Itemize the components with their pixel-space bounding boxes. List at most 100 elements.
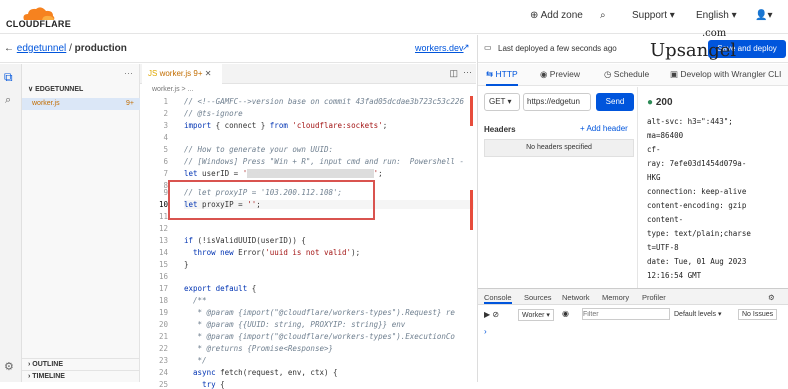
clear-console-icon[interactable]: ▶ ⊘ (484, 310, 499, 319)
response-header-line: ma=86400 (647, 131, 684, 140)
external-link-icon[interactable]: ↗ (462, 42, 470, 53)
console-tab-memory[interactable]: Memory (602, 293, 629, 302)
context-select[interactable]: Worker ▾ (518, 309, 554, 321)
code-line: // How to generate your own UUID: (184, 145, 334, 154)
breadcrumb: ← edgetunnel / production (4, 43, 127, 54)
breadcrumb-env: production (74, 43, 127, 54)
explorer-section[interactable]: ∨ EDGETUNNEL (22, 84, 140, 96)
user-icon[interactable]: 👤▾ (755, 10, 772, 21)
line-number: 7 (163, 169, 168, 178)
request-panel: GET ▾ https://edgetun Send Headers + Add… (478, 87, 638, 322)
deploy-bar: ▭ Last deployed a few seconds ago Save a… (478, 35, 788, 63)
tab-http[interactable]: ⇆ HTTP (486, 69, 518, 86)
timeline-section[interactable]: › TIMELINE (22, 370, 140, 382)
activity-bar: ⧉ ⌕ ⚙ (0, 64, 22, 382)
logo-text: CLOUDFLARE (6, 19, 71, 29)
url-input[interactable]: https://edgetun (523, 93, 591, 111)
search-icon[interactable]: ⌕ (600, 10, 606, 21)
tab-worker-js[interactable]: JS worker.js 9+ ✕ (142, 64, 222, 84)
watermark-line2: Upsangel (650, 40, 737, 61)
tab-wrangler[interactable]: ▣ Develop with Wrangler CLI (670, 69, 781, 80)
line-number: 16 (158, 272, 168, 281)
code-line: // <!--GAMFC-->version base on commit 43… (184, 97, 464, 106)
line-number: 24 (158, 368, 168, 377)
editor-tabbar: JS worker.js 9+ ✕ ◫ ··· (140, 64, 476, 84)
code-line: async fetch(request, env, ctx) { (193, 368, 338, 377)
language-menu[interactable]: English ▾ (696, 10, 737, 21)
code-line: /** (193, 296, 207, 305)
line-number: 22 (158, 344, 168, 353)
response-header-line: content-encoding: gzip (647, 201, 747, 210)
cloudflare-logo[interactable]: CLOUDFLARE (6, 5, 71, 29)
line-number: 18 (158, 296, 168, 305)
tab-schedule[interactable]: ◷ Schedule (604, 69, 649, 80)
response-header-line: alt-svc: h3=":443"; (647, 117, 733, 126)
issues-button[interactable]: No Issues (738, 309, 778, 320)
highlight-box (168, 180, 375, 220)
line-number: 25 (158, 380, 168, 389)
line-number: 6 (163, 157, 168, 166)
line-number: 20 (158, 320, 168, 329)
tab-preview[interactable]: ◉ Preview (540, 69, 580, 80)
code-line: if (!isValidUUID(userID)) { (184, 236, 306, 245)
line-number: 10 (158, 200, 168, 209)
add-zone-button[interactable]: ⊕ Add zone (530, 10, 583, 21)
headers-title: Headers (484, 125, 516, 134)
error-badge: 9+ (126, 100, 134, 107)
deploy-status: Last deployed a few seconds ago (498, 44, 617, 53)
no-headers-box: No headers specified (484, 139, 634, 157)
code-line: * @param {{UUID: string, PROXYIP: string… (184, 320, 406, 329)
line-number: 2 (163, 109, 168, 118)
method-select[interactable]: GET ▾ (484, 93, 520, 111)
code-line: let userID = 'xxxxxxxxxxxxxxxxxxxxxxxxxx… (184, 169, 383, 178)
response-header-line: content- (647, 215, 684, 224)
code-line: * @param {import("@cloudflare/workers-ty… (184, 332, 455, 341)
console-tab-profiler[interactable]: Profiler (642, 293, 666, 302)
line-number: 4 (163, 133, 168, 142)
console-filter-input[interactable] (582, 308, 670, 320)
add-header-link[interactable]: + Add header (580, 124, 628, 133)
settings-gear-icon[interactable]: ⚙ (768, 293, 775, 302)
response-header-line: cf- (647, 145, 661, 154)
preview-panel: ▭ Last deployed a few seconds ago Save a… (477, 35, 788, 382)
support-menu[interactable]: Support ▾ (632, 10, 675, 21)
code-line: } (184, 260, 189, 269)
back-arrow-icon[interactable]: ← (4, 43, 14, 54)
split-editor-icon[interactable]: ◫ (449, 68, 458, 79)
deploy-status-icon: ▭ (484, 43, 492, 52)
line-number: 1 (163, 97, 168, 106)
file-item-worker[interactable]: worker.js 9+ (22, 98, 140, 110)
line-number: 23 (158, 356, 168, 365)
more-icon[interactable]: ··· (124, 68, 133, 78)
eye-icon[interactable]: ◉ (562, 309, 569, 318)
code-line: // [Windows] Press "Win + R", input cmd … (184, 157, 464, 166)
console-prompt[interactable]: › (484, 327, 487, 336)
breadcrumb-project[interactable]: edgetunnel (17, 43, 67, 54)
files-icon[interactable]: ⧉ (4, 70, 13, 85)
line-number: 21 (158, 332, 168, 341)
code-line: throw new Error('uuid is not valid'); (193, 248, 361, 257)
console-tab-network[interactable]: Network (562, 293, 590, 302)
code-line: // @ts-ignore (184, 109, 243, 118)
response-panel: ● 200 alt-svc: h3=":443"; ma=86400 cf-ray:… (639, 87, 788, 322)
watermark-line1: .com (702, 28, 727, 39)
levels-select[interactable]: Default levels ▾ (674, 310, 722, 318)
outline-section[interactable]: › OUTLINE (22, 358, 140, 370)
workers-dev-link[interactable]: workers.dev (415, 43, 464, 53)
code-line: import { connect } from 'cloudflare:sock… (184, 121, 388, 130)
response-header-line: 12:16:54 GMT (647, 271, 702, 280)
console-tab-console[interactable]: Console (484, 293, 512, 304)
response-header-line: HKG (647, 173, 661, 182)
settings-gear-icon[interactable]: ⚙ (4, 360, 14, 373)
code-line: * @param {import("@cloudflare/workers-ty… (184, 308, 455, 317)
console-tab-sources[interactable]: Sources (524, 293, 552, 302)
more-icon[interactable]: ··· (463, 67, 472, 77)
line-number: 5 (163, 145, 168, 154)
code-line: export default { (184, 284, 257, 293)
send-button[interactable]: Send (596, 93, 634, 111)
code-editor[interactable]: JS worker.js 9+ ✕ ◫ ··· worker.js > ... … (140, 64, 476, 389)
line-number: 12 (158, 224, 168, 233)
search-icon[interactable]: ⌕ (5, 94, 11, 107)
line-number: 9 (163, 188, 168, 197)
response-header-line: connection: keep-alive (647, 187, 747, 196)
